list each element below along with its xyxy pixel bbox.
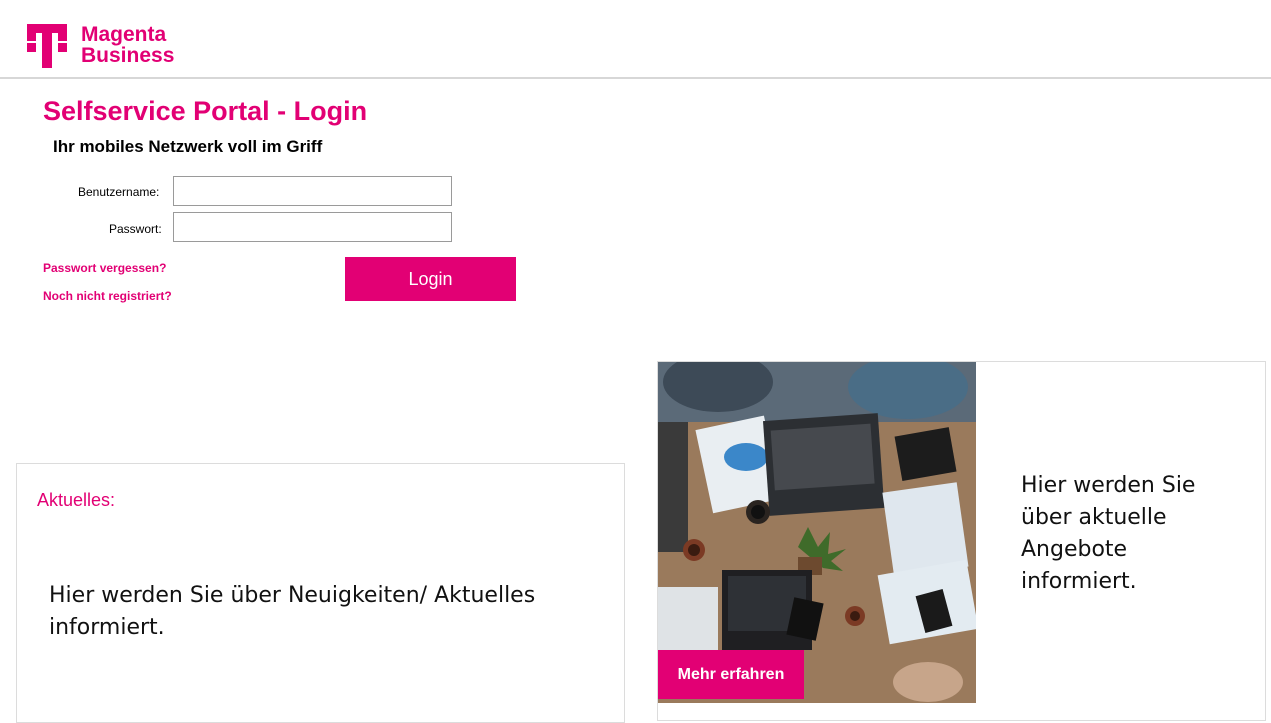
- username-input[interactable]: [173, 176, 452, 206]
- top-header: Magenta Business: [0, 0, 1271, 79]
- news-title: Aktuelles:: [37, 490, 116, 510]
- promo-text: Hier werden Sie über aktuelle Angebote i…: [1021, 473, 1196, 594]
- news-panel: Aktuelles: Hier werden Sie über Neuigkei…: [16, 463, 625, 723]
- page-subtitle: Ihr mobiles Netzwerk voll im Griff: [53, 137, 323, 156]
- login-button[interactable]: Login: [345, 257, 516, 301]
- brand-line-1: Magenta: [81, 23, 167, 46]
- brand-line-2: Business: [81, 44, 175, 67]
- register-link[interactable]: Noch nicht registriert?: [43, 289, 172, 303]
- news-text: Hier werden Sie über Neuigkeiten/ Aktuel…: [49, 583, 536, 640]
- username-label: Benutzername:: [78, 185, 160, 199]
- promo-panel: Hier werden Sie über aktuelle Angebote i…: [657, 361, 1266, 721]
- forgot-password-link[interactable]: Passwort vergessen?: [43, 261, 166, 275]
- brand-name[interactable]: Magenta Business: [81, 24, 174, 66]
- password-input[interactable]: [173, 212, 452, 242]
- page-title: Selfservice Portal - Login: [43, 96, 368, 126]
- more-info-button[interactable]: Mehr erfahren: [658, 650, 804, 699]
- password-label: Passwort:: [109, 222, 162, 236]
- telekom-t-logo-icon[interactable]: [27, 24, 67, 68]
